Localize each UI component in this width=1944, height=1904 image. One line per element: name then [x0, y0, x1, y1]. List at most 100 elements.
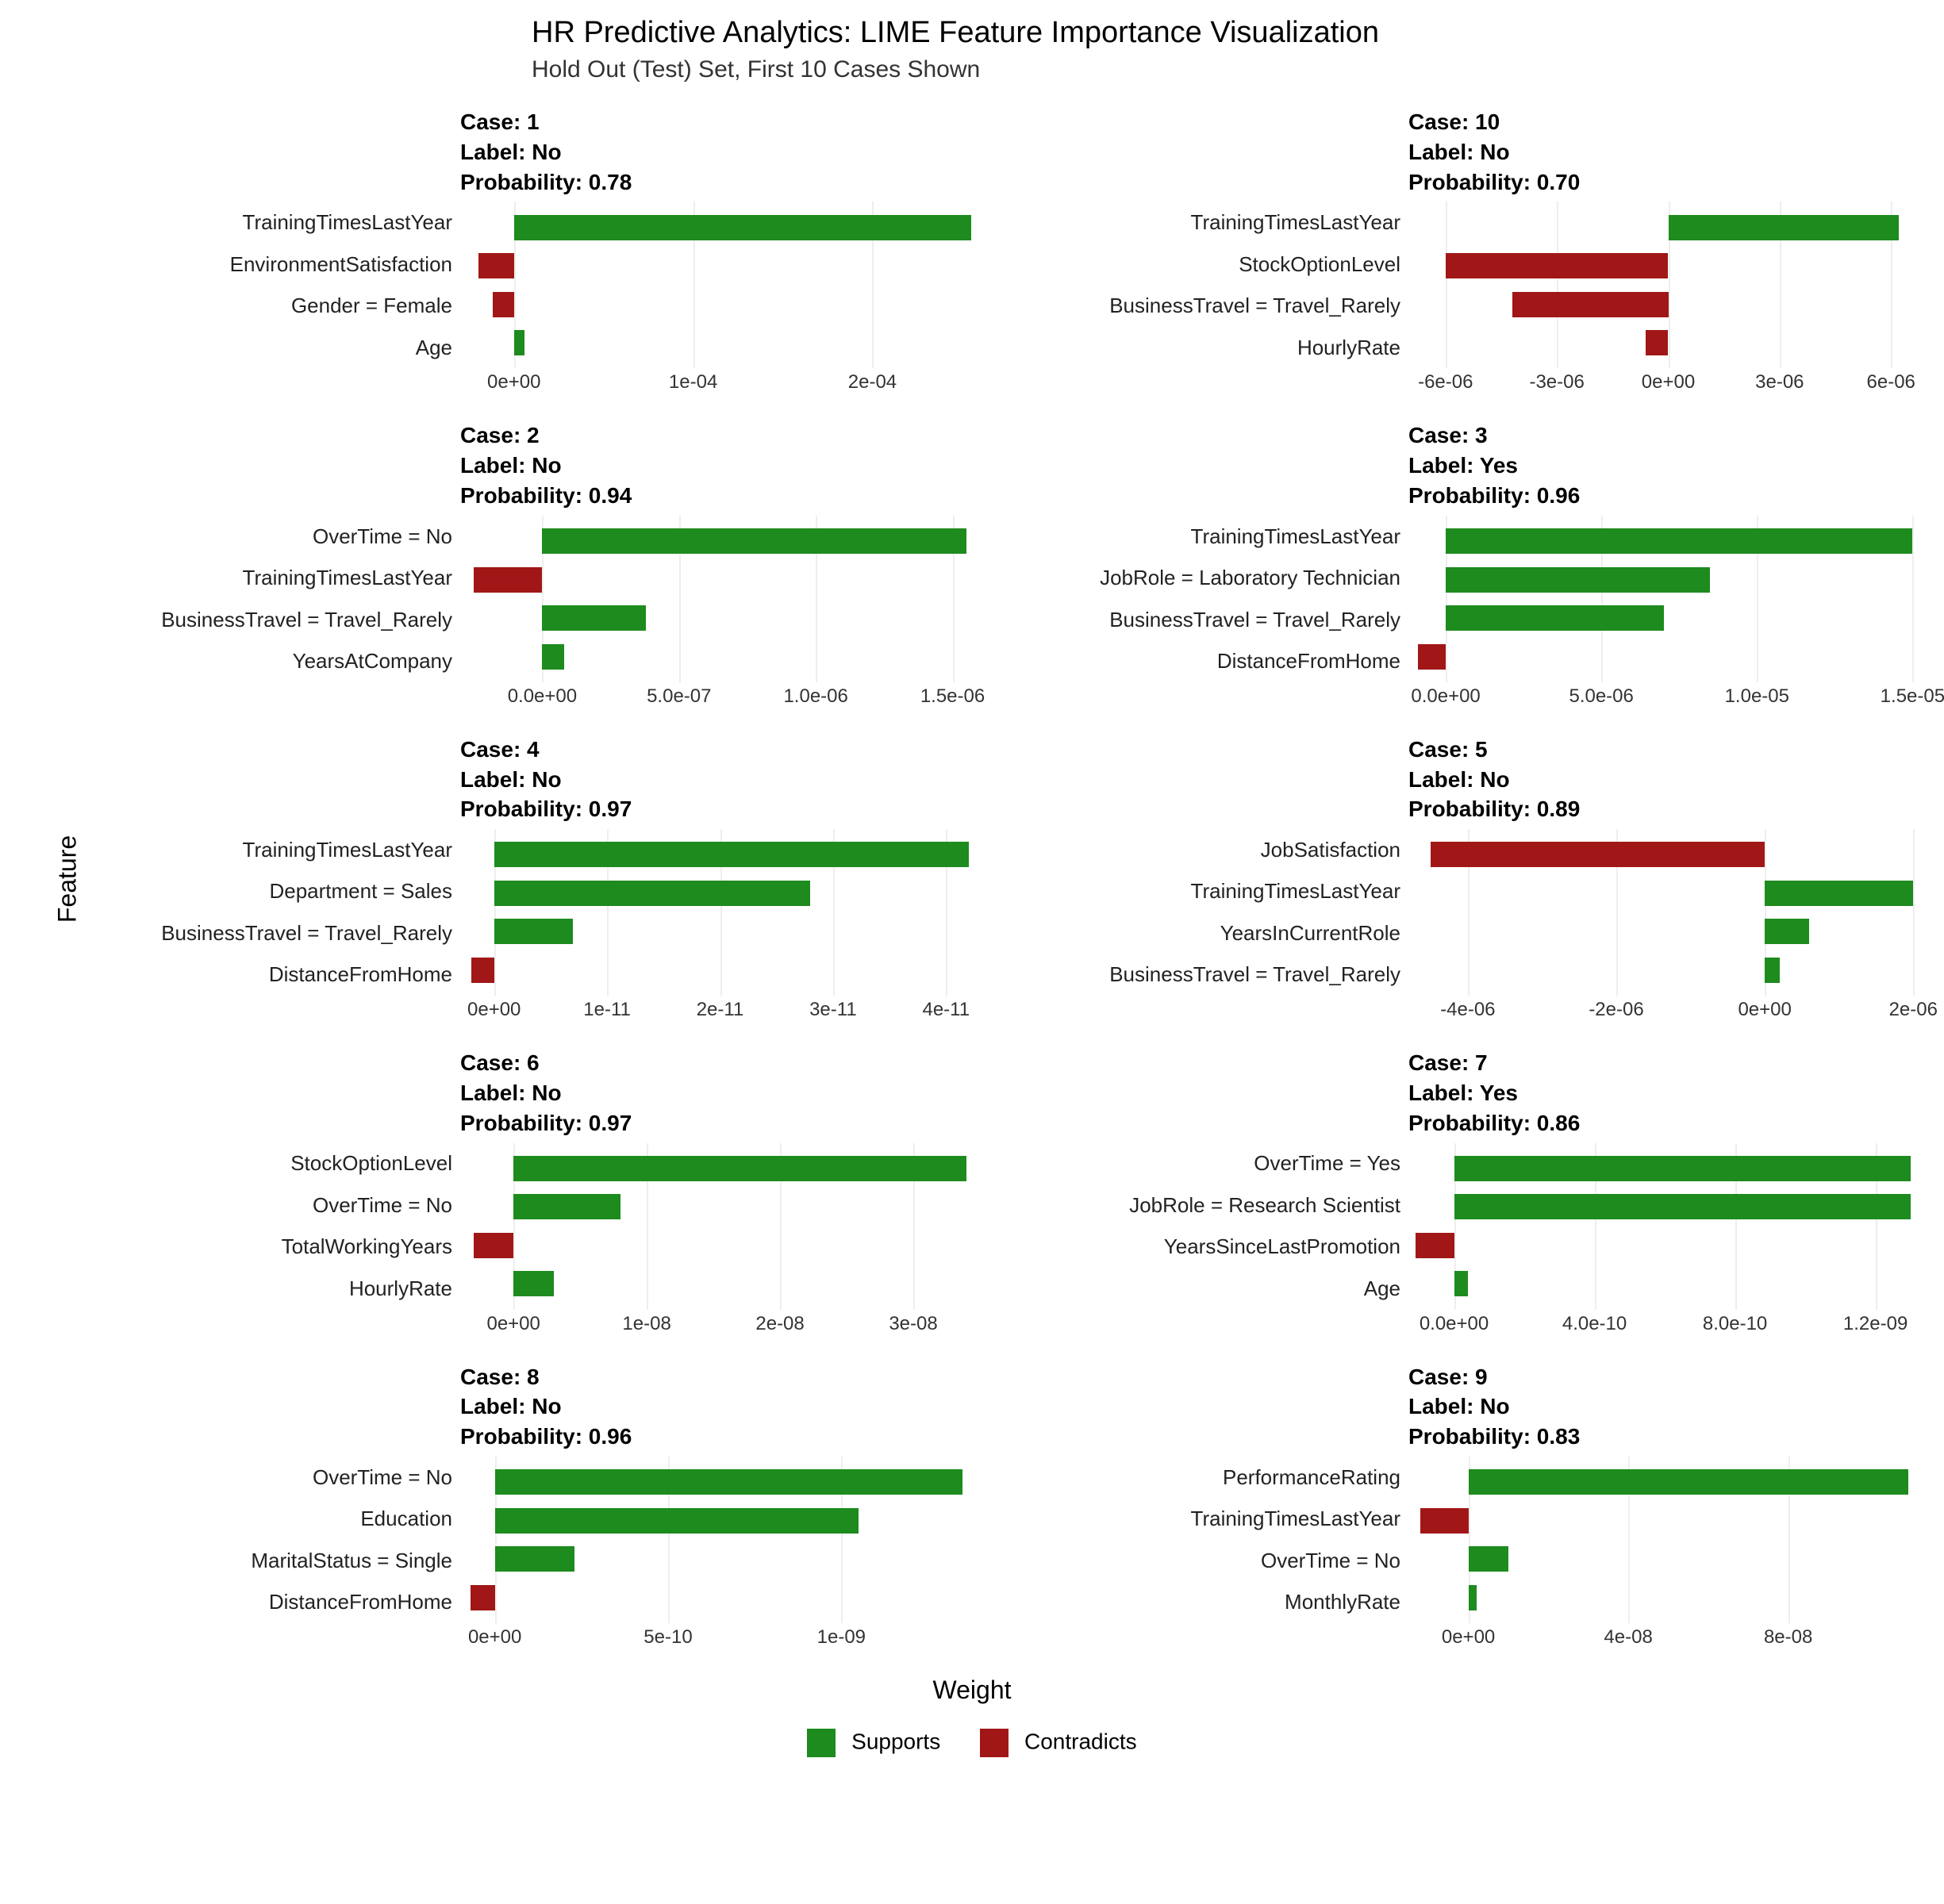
feature-label: OverTime = Yes	[1254, 1151, 1400, 1176]
feature-label: TrainingTimesLastYear	[243, 566, 452, 590]
bar-contradicts	[474, 567, 542, 593]
bar-row	[1408, 1154, 1928, 1183]
swatch-supports	[807, 1729, 836, 1757]
bars	[1408, 202, 1928, 368]
case-label: Case: 5	[1408, 735, 1928, 765]
bar-row	[460, 604, 980, 632]
bar-row	[1408, 1507, 1928, 1535]
feature-label: BusinessTravel = Travel_Rarely	[161, 921, 452, 946]
feature-label: OverTime = No	[1261, 1549, 1400, 1573]
bar-row	[1408, 527, 1928, 555]
plot-outer: Feature Case: 1Label: NoProbability: 0.7…	[16, 107, 1928, 1652]
legend-item-supports: Supports	[807, 1729, 940, 1757]
bar-supports	[513, 1156, 966, 1181]
case-label: Case: 2	[460, 420, 980, 451]
bar-supports	[495, 1508, 859, 1534]
bar-row	[460, 1154, 980, 1183]
panel-header: Case: 9Label: NoProbability: 0.83	[1408, 1362, 1928, 1452]
x-tick: 3e-08	[889, 1313, 937, 1335]
bar-row	[460, 956, 980, 985]
x-tick: 0e+00	[486, 1313, 540, 1335]
bar-row	[460, 917, 980, 946]
bar-supports	[1446, 605, 1664, 631]
bars	[1408, 516, 1928, 682]
main-title: HR Predictive Analytics: LIME Feature Im…	[532, 16, 1928, 50]
panel-header: Case: 2Label: NoProbability: 0.94	[460, 420, 980, 510]
feature-label: Age	[416, 336, 452, 360]
prob-label: Probability: 0.96	[1408, 481, 1928, 511]
feature-label: JobRole = Laboratory Technician	[1100, 566, 1400, 590]
x-axis: 0e+001e-112e-113e-114e-11	[460, 996, 980, 1024]
panel-case-7: Case: 7Label: YesProbability: 0.86OverTi…	[1012, 1048, 1928, 1338]
x-tick: 0.0e+00	[1411, 685, 1480, 708]
bar-row	[460, 566, 980, 594]
panel-header: Case: 1Label: NoProbability: 0.78	[460, 107, 980, 197]
panel-body: TrainingTimesLastYear JobRole = Laborator…	[1012, 516, 1928, 682]
bar-contradicts	[1646, 330, 1668, 355]
y-axis-label: Feature	[53, 835, 83, 923]
bar-supports	[1765, 919, 1809, 944]
legend-label-supports: Supports	[851, 1729, 940, 1753]
feature-label: YearsAtCompany	[293, 649, 452, 674]
x-tick: 0e+00	[1442, 1626, 1495, 1649]
bar-row	[1408, 604, 1928, 632]
plot-area	[460, 202, 980, 368]
bar-row	[1408, 566, 1928, 594]
feature-label: YearsInCurrentRole	[1220, 921, 1400, 946]
feature-label: TrainingTimesLastYear	[1191, 879, 1400, 904]
case-label: Case: 4	[460, 735, 980, 765]
x-tick: 5.0e-07	[647, 685, 711, 708]
feature-label: TrainingTimesLastYear	[1191, 524, 1400, 549]
feature-label: YearsSinceLastPromotion	[1164, 1234, 1400, 1259]
x-axis: 0e+001e-042e-04	[460, 368, 980, 397]
bar-supports	[1469, 1585, 1477, 1610]
bar-supports	[1765, 881, 1913, 906]
panel-body: JobSatisfactionTrainingTimesLastYearYear…	[1012, 829, 1928, 996]
bar-supports	[1454, 1194, 1911, 1219]
bar-row	[460, 213, 980, 242]
lime-visualization: HR Predictive Analytics: LIME Feature Im…	[16, 16, 1928, 1757]
label-label: Label: No	[460, 137, 980, 167]
x-tick: 1.0e-05	[1725, 685, 1789, 708]
plot-area	[460, 1143, 980, 1310]
bars	[1408, 1457, 1928, 1623]
feature-label: MonthlyRate	[1285, 1590, 1400, 1614]
bar-contradicts	[1416, 1233, 1454, 1258]
panel-header: Case: 5Label: NoProbability: 0.89	[1408, 735, 1928, 824]
feature-label: DistanceFromHome	[1217, 649, 1400, 674]
label-label: Label: No	[460, 765, 980, 795]
bar-row	[1408, 290, 1928, 319]
bar-supports	[514, 330, 525, 355]
bar-row	[460, 1583, 980, 1612]
bar-contradicts	[493, 292, 514, 317]
label-label: Label: No	[1408, 765, 1928, 795]
bars	[460, 516, 980, 682]
x-tick: 4e-11	[922, 999, 970, 1021]
bar-row	[1408, 840, 1928, 869]
panel-header: Case: 8Label: NoProbability: 0.96	[460, 1362, 980, 1452]
x-axis: 0e+005e-101e-09	[460, 1623, 980, 1652]
x-axis: 0.0e+005.0e-061.0e-051.5e-05	[1408, 682, 1928, 711]
x-tick: 0e+00	[467, 999, 521, 1021]
bar-supports	[1446, 567, 1710, 593]
bar-supports	[1469, 1469, 1908, 1495]
plot-area	[1408, 1143, 1928, 1310]
bar-supports	[514, 215, 971, 240]
x-axis: 0.0e+005.0e-071.0e-061.5e-06	[460, 682, 980, 711]
panel-case-3: Case: 3Label: YesProbability: 0.96Traini…	[1012, 420, 1928, 710]
bar-row	[1408, 1269, 1928, 1298]
x-axis: -6e-06-3e-060e+003e-066e-06	[1408, 368, 1928, 397]
swatch-contradicts	[980, 1729, 1008, 1757]
x-tick: 1e-09	[817, 1626, 866, 1649]
feature-labels: StockOptionLevelOverTime = NoTotalWorkin…	[63, 1143, 460, 1310]
legend-label-contradicts: Contradicts	[1024, 1729, 1137, 1753]
bar-contradicts	[1418, 644, 1446, 670]
case-label: Case: 1	[460, 107, 980, 137]
feature-label: TrainingTimesLastYear	[1191, 210, 1400, 235]
panel-case-9: Case: 9Label: NoProbability: 0.83Perform…	[1012, 1362, 1928, 1652]
x-tick: 1.2e-09	[1843, 1313, 1908, 1335]
x-axis: -4e-06-2e-060e+002e-06	[1408, 996, 1928, 1024]
case-label: Case: 10	[1408, 107, 1928, 137]
feature-label: BusinessTravel = Travel_Rarely	[1109, 962, 1400, 987]
bar-supports	[513, 1194, 620, 1219]
